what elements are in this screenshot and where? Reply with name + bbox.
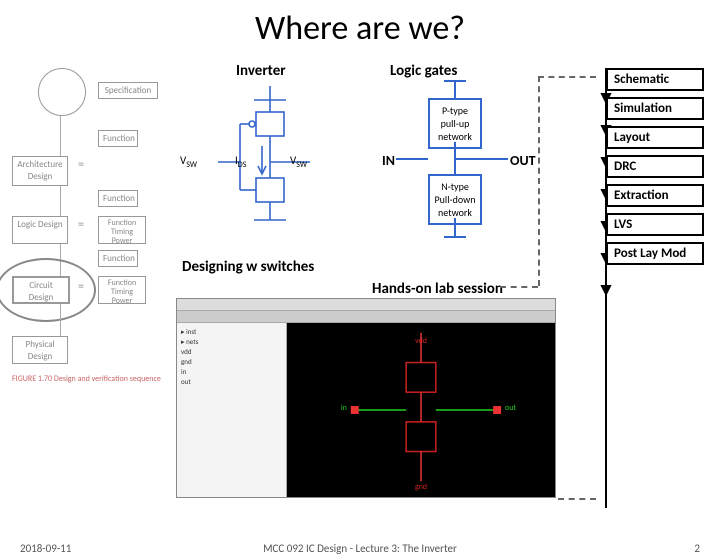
wire: [454, 80, 456, 98]
physical-design-box: Physical Design: [12, 336, 68, 364]
flow-lvs: LVS: [606, 213, 704, 236]
dashed-line: [558, 498, 596, 500]
eda-toolbar: [177, 311, 555, 323]
tree-item: in: [181, 367, 282, 377]
ftp-box-1: Function Timing Power: [98, 216, 146, 244]
flow-drc: DRC: [606, 155, 704, 178]
function-label-2: Function: [98, 190, 138, 207]
vsw-label-left: VSW: [180, 154, 197, 170]
slide-title: Where are we?: [0, 8, 720, 49]
logic-gates-heading: Logic gates: [390, 62, 457, 80]
specification-label: Specification: [98, 82, 158, 99]
svg-text:vdd: vdd: [415, 336, 427, 346]
vsw-label-right: VSW: [290, 154, 307, 170]
svg-text:in: in: [341, 403, 347, 413]
hands-on-label: Hands-on lab session: [372, 280, 503, 298]
out-label: OUT: [510, 152, 536, 169]
wire: [454, 218, 456, 236]
flow-postlay: Post Lay Mod: [606, 242, 704, 265]
inverter-heading: Inverter: [236, 62, 286, 80]
flow-line: [60, 116, 61, 156]
flow-layout: Layout: [606, 126, 704, 149]
footer-title: MCC 092 IC Design - Lecture 3: The Inver…: [0, 542, 720, 555]
logic-design-box: Logic Design: [12, 216, 68, 244]
architecture-box: Architecture Design: [12, 156, 68, 186]
tree-item: ▸ inst: [181, 327, 282, 337]
ids-label: IDS: [235, 154, 246, 170]
dashed-line: [538, 76, 540, 286]
flow-extraction: Extraction: [606, 184, 704, 207]
eda-screenshot: ▸ inst ▸ nets vdd gnd in out vd: [176, 298, 556, 498]
eda-menubar: [177, 299, 555, 311]
wire: [444, 80, 466, 82]
flow-line: [60, 186, 61, 216]
tree-item: ▸ nets: [181, 337, 282, 347]
equal-3: =: [78, 280, 84, 294]
svg-text:out: out: [505, 403, 516, 413]
tree-item: vdd: [181, 347, 282, 357]
function-label-1: Function: [98, 130, 138, 147]
ftp-box-2: Function Timing Power: [98, 276, 146, 304]
cmos-inverter-diagram: [210, 86, 330, 246]
tree-item: gnd: [181, 357, 282, 367]
specification-circle: [38, 68, 86, 116]
dashed-line: [538, 76, 596, 78]
designing-switches-label: Designing w switches: [182, 258, 314, 276]
flow-simulation: Simulation: [606, 97, 704, 120]
tree-item: out: [181, 377, 282, 387]
flow-schematic: Schematic: [606, 68, 704, 91]
wire: [456, 158, 508, 160]
equal-1: =: [78, 158, 84, 172]
wire: [444, 236, 466, 238]
dashed-line: [500, 286, 538, 288]
flow-line: [60, 304, 61, 336]
equal-2: =: [78, 218, 84, 232]
svg-text:gnd: gnd: [415, 482, 427, 492]
figure-caption: FIGURE 1.70 Design and verification sequ…: [12, 374, 162, 384]
function-label-3: Function: [98, 250, 138, 267]
eda-flow: Schematic Simulation Layout DRC Extracti…: [600, 68, 710, 271]
footer-page-number: 2: [694, 542, 700, 555]
wire: [396, 158, 428, 160]
eda-tree-panel: ▸ inst ▸ nets vdd gnd in out: [177, 323, 287, 497]
eda-schematic-canvas: vdd gnd in out: [287, 323, 555, 497]
in-label: IN: [382, 152, 395, 169]
